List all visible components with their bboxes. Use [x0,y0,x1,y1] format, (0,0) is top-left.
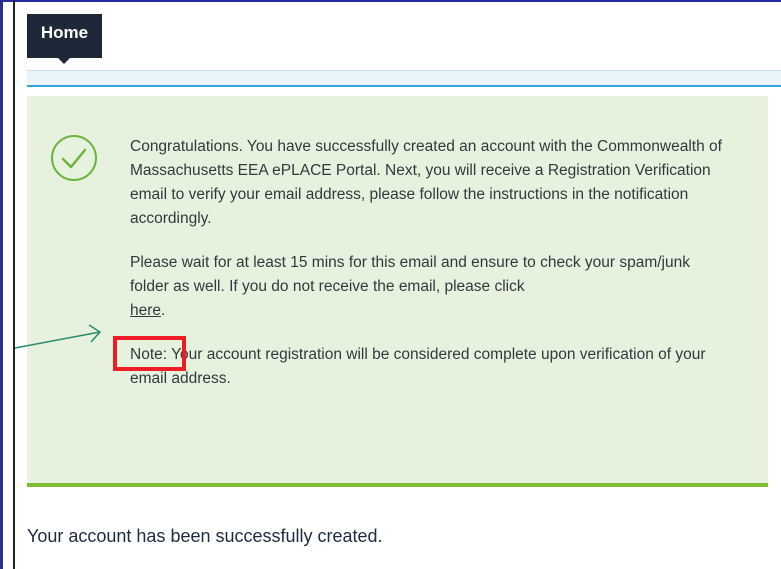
tab-home[interactable]: Home [27,14,102,58]
notice-wait-end: . [161,302,166,319]
nav-bar [27,70,781,87]
check-circle-icon [51,135,97,181]
left-divider [13,0,15,569]
success-notice: Congratulations. You have successfully c… [27,96,768,487]
account-created-message: Your account has been successfully creat… [27,526,383,546]
caret-down-icon [58,58,70,64]
notice-paragraph-wait: Please wait for at least 15 mins for thi… [130,251,730,323]
resend-email-link[interactable]: here [130,302,161,319]
notice-paragraph-note: Note: Your account registration will be … [130,346,706,387]
here-link-highlight-box [113,336,186,371]
notice-paragraph-congratulations: Congratulations. You have successfully c… [130,138,722,227]
notice-body: Congratulations. You have successfully c… [130,135,730,411]
tab-home-label: Home [40,23,89,42]
notice-wait-text: Please wait for at least 15 mins for thi… [130,254,690,295]
